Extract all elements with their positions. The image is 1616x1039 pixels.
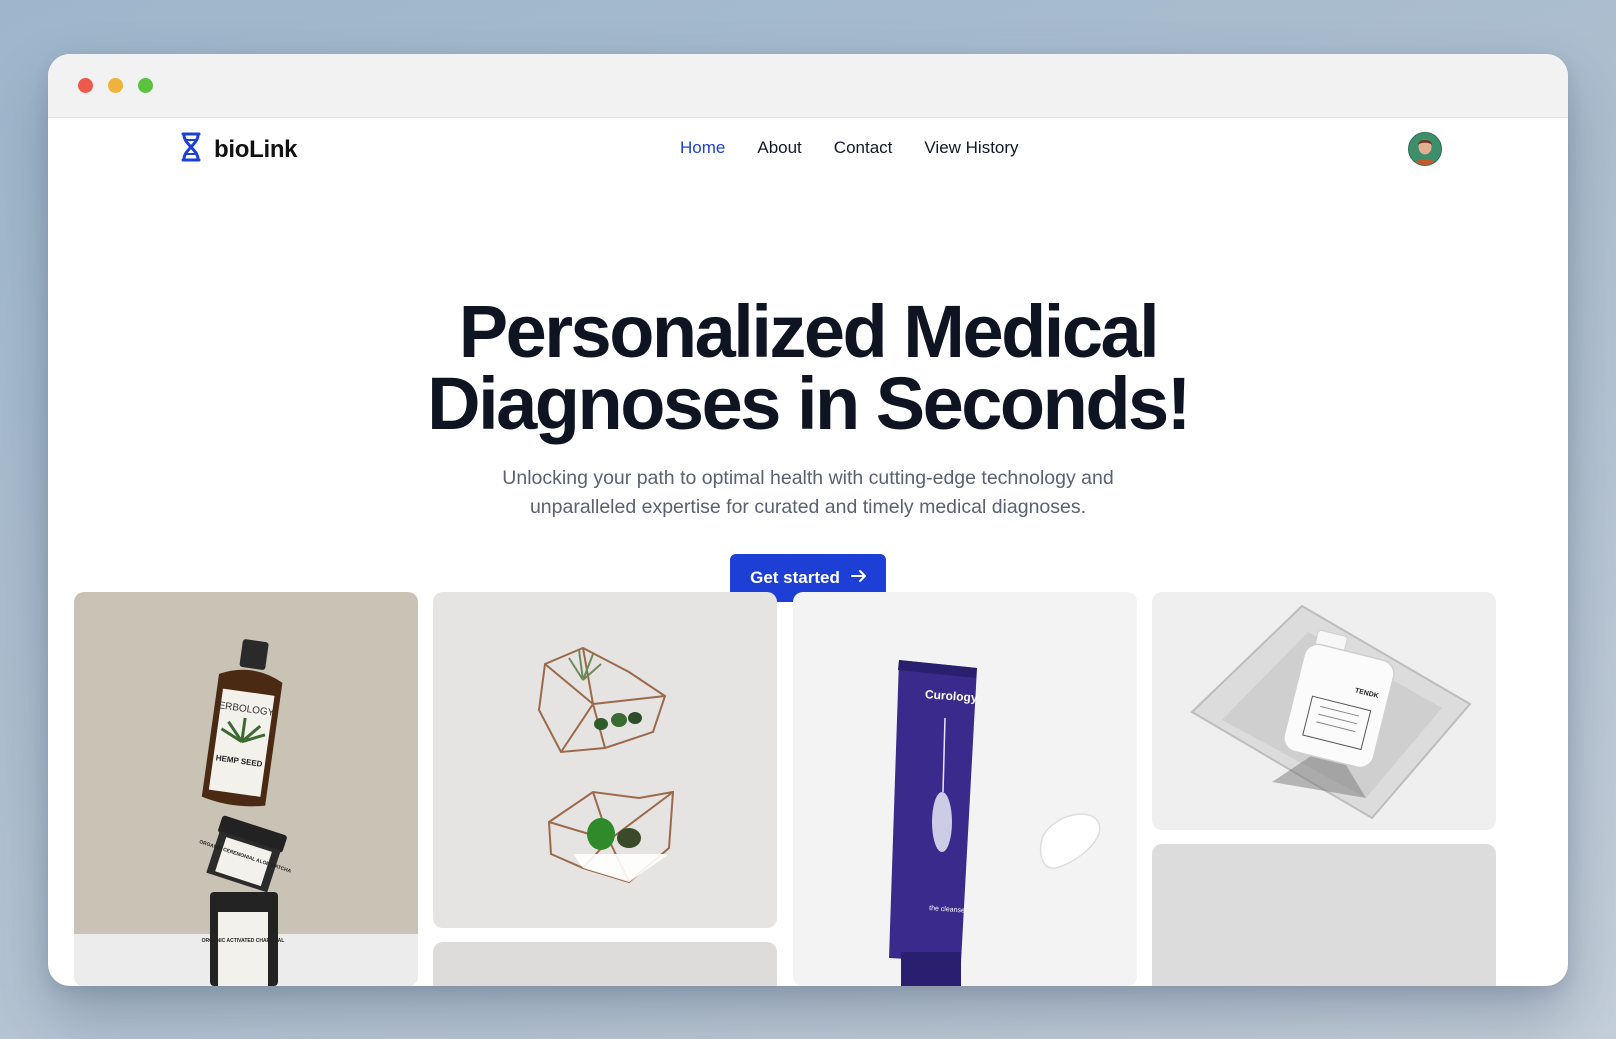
nav-link-home[interactable]: Home [680, 138, 725, 158]
hero-subtitle: Unlocking your path to optimal health wi… [502, 467, 1114, 518]
product-bottles-photo: ERBOLOGY HEMP SEED ORGANIC CEREMONIAL AL… [74, 592, 418, 986]
close-window-button[interactable] [78, 78, 93, 93]
arrow-right-icon [850, 567, 868, 590]
hero-title-line-1: Personalized Medical [458, 290, 1160, 373]
brand-name: bioLink [214, 135, 298, 163]
charcoal-label: ORGANIC ACTIVATED CHARCOAL [202, 938, 285, 944]
nav-link-contact[interactable]: Contact [834, 138, 893, 158]
get-started-label: Get started [750, 568, 840, 587]
top-navbar: bioLink Home About Contact View History [48, 118, 1568, 178]
dna-icon [180, 132, 202, 167]
hero-title: Personalized Medical Diagnoses in Second… [358, 295, 1258, 441]
main-menu: Home About Contact View History [680, 138, 1019, 158]
placeholder-photo [433, 942, 777, 986]
user-avatar[interactable] [1408, 132, 1442, 166]
browser-window: bioLink Home About Contact View History … [48, 54, 1568, 986]
nav-link-about[interactable]: About [757, 138, 801, 158]
nav-link-view-history[interactable]: View History [924, 138, 1018, 158]
hero-title-line-2: Diagnoses in Seconds! [427, 362, 1191, 445]
maximize-window-button[interactable] [138, 78, 153, 93]
window-titlebar [48, 54, 1568, 118]
terrarium-photo [433, 592, 777, 928]
minimize-window-button[interactable] [108, 78, 123, 93]
white-bottle-photo: TENDK [1152, 592, 1496, 830]
hero-section: Personalized Medical Diagnoses in Second… [48, 295, 1568, 602]
placeholder-photo [1152, 844, 1496, 986]
cleanser-tube-photo: Curology the cleanser [793, 592, 1137, 986]
brand-logo[interactable]: bioLink [180, 132, 298, 167]
